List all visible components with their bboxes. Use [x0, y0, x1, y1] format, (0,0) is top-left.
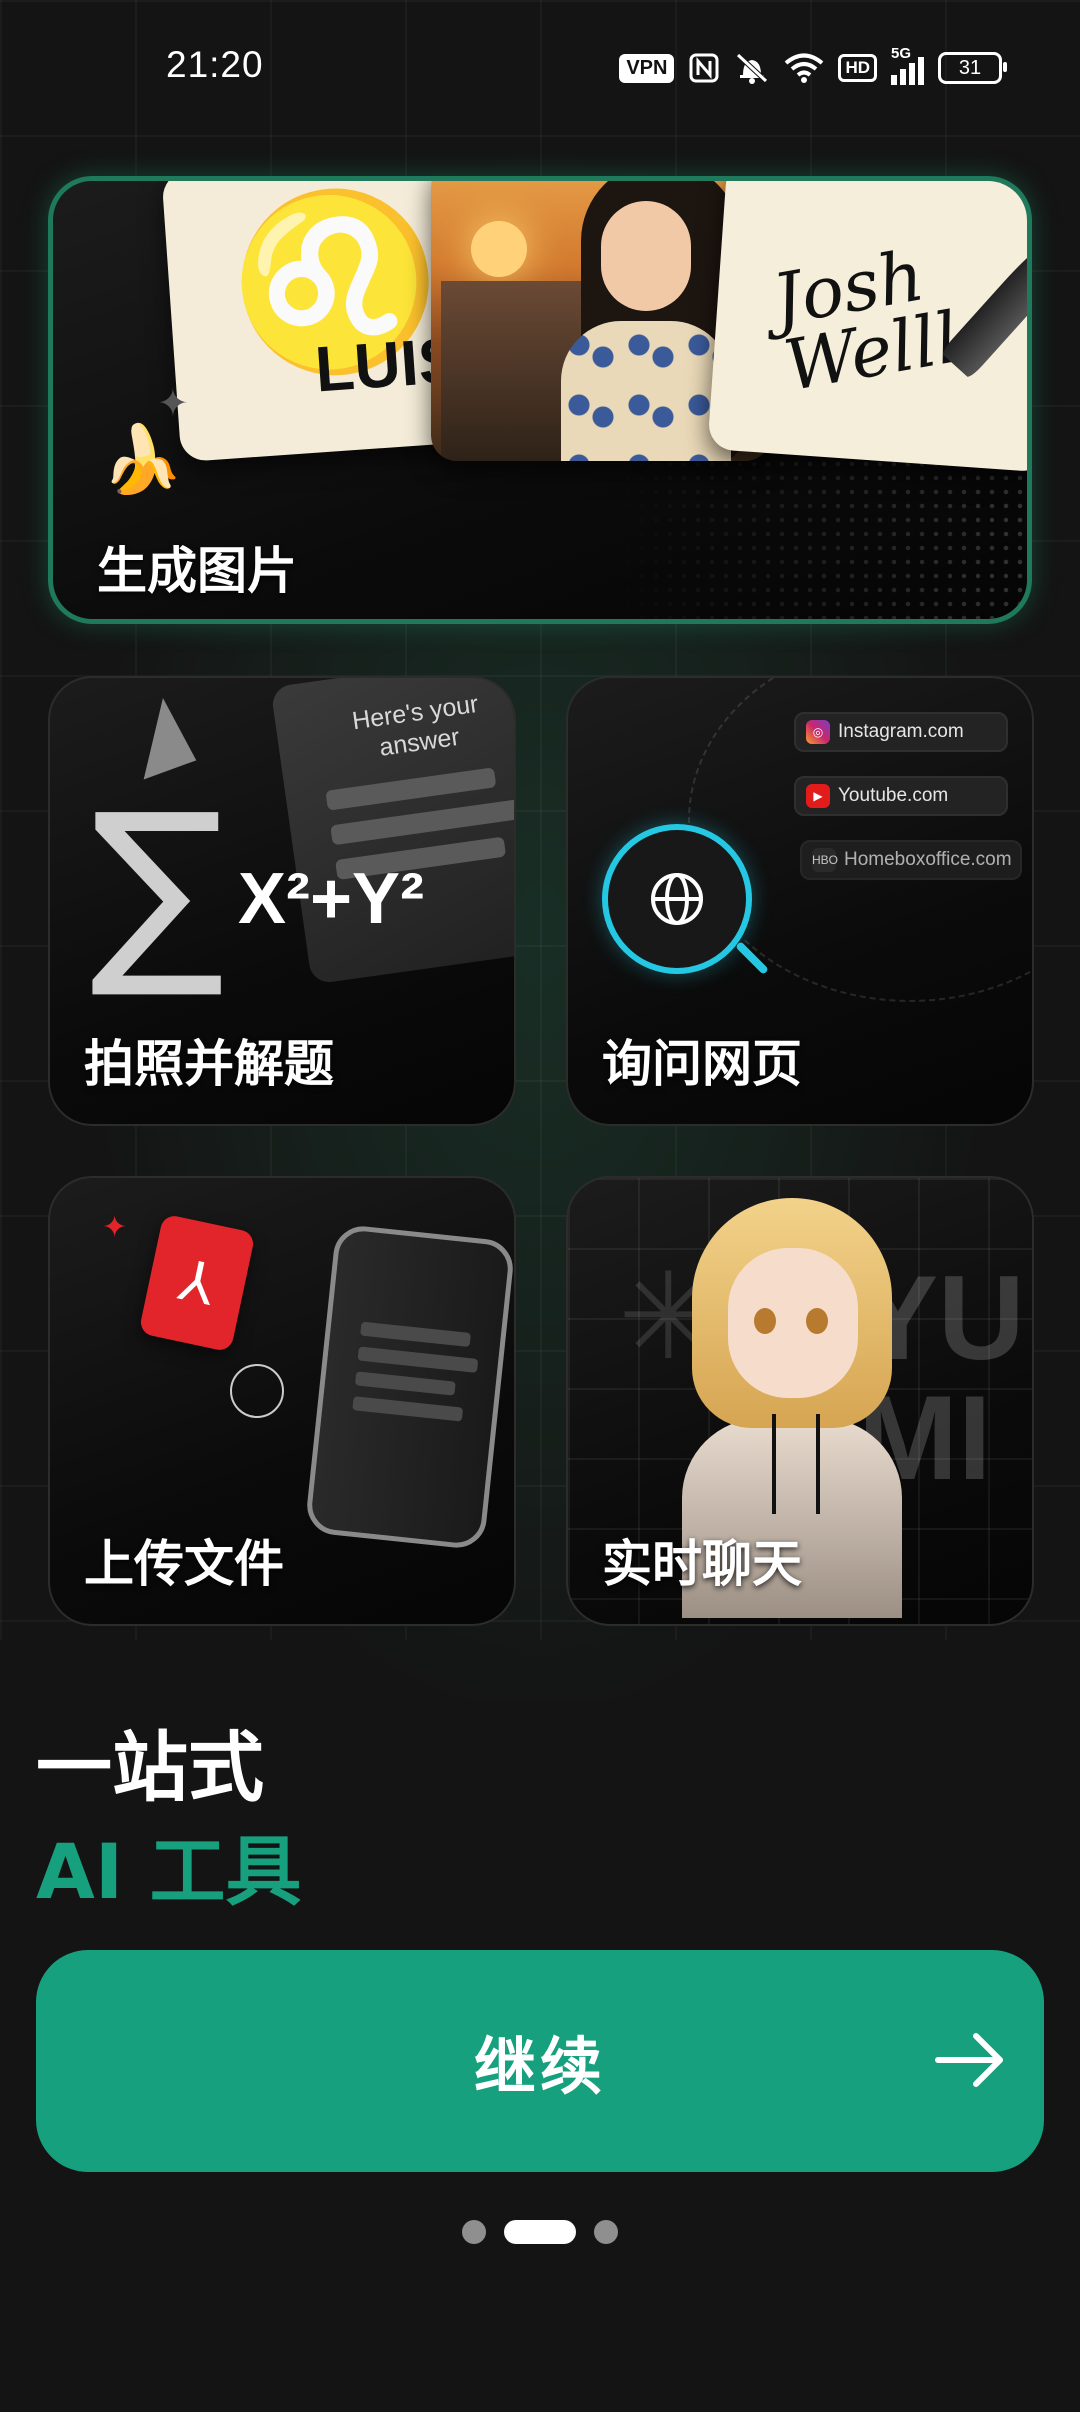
status-time: 21:20 [166, 44, 264, 85]
ribbon-bow [772, 1414, 820, 1514]
phone-line [352, 1396, 464, 1422]
sparkle-icon: ✦ [102, 1210, 128, 1245]
ask-webpage-label: 询问网页 [602, 1035, 802, 1093]
page-dot-active[interactable] [504, 2220, 576, 2244]
mute-icon [736, 53, 769, 84]
generate-image-card[interactable]: ♌ LUIS Josh Wellls ✦ 🍌 生成图片 [48, 176, 1032, 624]
nfc-icon [689, 53, 719, 83]
instagram-icon: ◎ [806, 720, 830, 744]
banana-icon: 🍌 [101, 421, 184, 498]
search-magnifier-icon [602, 824, 752, 974]
live-chat-label: 实时聊天 [602, 1535, 802, 1593]
signature-thumbnail: Josh Wellls [707, 181, 1027, 473]
formula-text: X²+Y² [238, 859, 425, 939]
phone-line [360, 1321, 471, 1348]
phone-illustration [304, 1223, 514, 1551]
phone-line [357, 1346, 479, 1373]
page-dot[interactable] [594, 2220, 618, 2244]
pdf-icon: ⅄ [138, 1213, 256, 1353]
character-eye [806, 1308, 828, 1334]
signal-icon: 5G [891, 45, 924, 85]
page-indicator [0, 2220, 1080, 2244]
generate-image-label: 生成图片 [97, 542, 297, 600]
status-icons: VPN HD 5G 31 [619, 45, 1007, 88]
hd-icon: HD [838, 54, 877, 82]
phone-line [354, 1371, 456, 1396]
continue-button[interactable]: 继续 [36, 1950, 1044, 2172]
headline-accent: AI 工具 [36, 1827, 302, 1916]
live-chat-card[interactable]: ✳ YU MI 实时聊天 [566, 1176, 1034, 1626]
continue-label: 继续 [473, 2030, 606, 2103]
photo-solve-card[interactable]: Here's your answer ∑ X²+Y² 拍照并解题 [48, 676, 516, 1126]
sun-shape [471, 221, 527, 277]
site-label: Youtube.com [838, 785, 949, 806]
arrow-right-icon [935, 2033, 1003, 2087]
page-dot[interactable] [462, 2220, 486, 2244]
status-bar: 21:20 VPN HD 5G 31 [0, 0, 1080, 140]
sigma-icon: ∑ [90, 771, 225, 1004]
girl-dress-shape [561, 321, 731, 461]
answer-paper-text: Here's your answer [350, 689, 481, 762]
upload-file-card[interactable]: ✦ ⅄ 上传文件 [48, 1176, 516, 1626]
photo-solve-label: 拍照并解题 [84, 1035, 334, 1093]
character-eye [754, 1308, 776, 1334]
character-face [728, 1248, 858, 1398]
upload-file-label: 上传文件 [84, 1535, 284, 1593]
battery-icon: 31 [938, 52, 1007, 84]
site-pill-youtube: ▶ Youtube.com [794, 776, 1008, 816]
sparkle-icon: ✦ [157, 381, 189, 425]
connector-loop-icon [230, 1364, 284, 1418]
globe-icon [651, 873, 703, 925]
wifi-icon [785, 53, 824, 83]
site-label: Homeboxoffice.com [844, 849, 1012, 870]
set-square-icon [119, 694, 197, 780]
ask-webpage-card[interactable]: ◎ Instagram.com ▶ Youtube.com HBO Homebo… [566, 676, 1034, 1126]
site-label: Instagram.com [838, 721, 964, 742]
hbo-icon: HBO [812, 848, 838, 872]
site-pill-hbo: HBO Homeboxoffice.com [800, 840, 1022, 880]
headline: 一站式 [36, 1723, 264, 1812]
site-pill-instagram: ◎ Instagram.com [794, 712, 1008, 752]
girl-face-shape [601, 201, 691, 311]
network-type: 5G [891, 45, 912, 62]
paper-line [325, 767, 497, 811]
youtube-icon: ▶ [806, 784, 830, 808]
vpn-icon: VPN [619, 53, 675, 83]
